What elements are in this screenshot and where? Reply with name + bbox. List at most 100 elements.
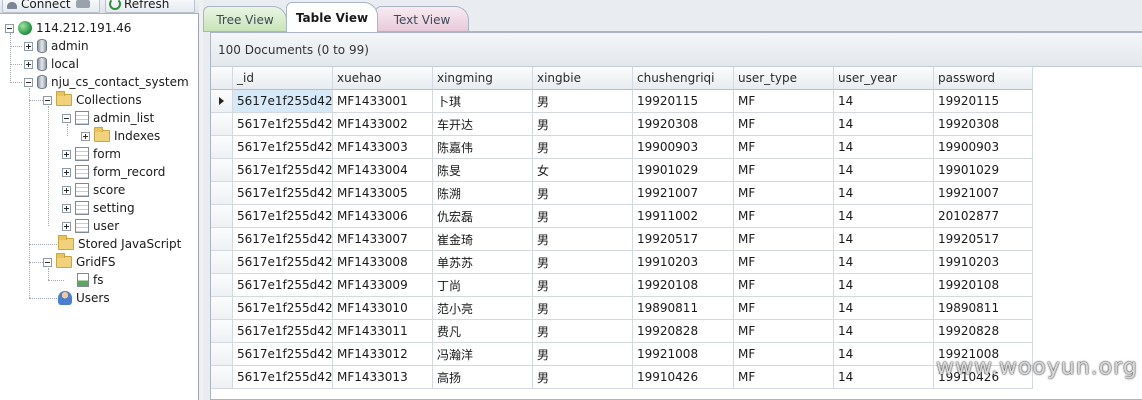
cell-user-year[interactable]: 14	[834, 274, 934, 297]
cell-xingming[interactable]: 陈溯	[433, 182, 533, 205]
cell-user-year[interactable]: 14	[834, 159, 934, 182]
cell-password[interactable]: 19921007	[934, 182, 1033, 205]
expand-icon[interactable]	[62, 167, 71, 177]
cell-xuehao[interactable]: MF1433007	[333, 228, 433, 251]
cell-user-year[interactable]: 14	[834, 251, 934, 274]
tree-node-indexes[interactable]: Indexes	[81, 127, 160, 145]
cell-xingbie[interactable]: 男	[533, 182, 633, 205]
column-header-password[interactable]: password	[934, 67, 1033, 90]
expand-icon[interactable]	[24, 59, 33, 69]
row-selector[interactable]	[211, 320, 233, 343]
connect-button[interactable]: Connect	[2, 0, 100, 13]
cell-xingming[interactable]: 仇宏磊	[433, 205, 533, 228]
tree-node-collections[interactable]: Collections	[43, 91, 142, 109]
cell--id[interactable]: 5617e1f255d42...	[233, 251, 333, 274]
collapse-icon[interactable]	[5, 23, 14, 33]
tree-node-db-admin[interactable]: admin	[24, 37, 89, 55]
collapse-icon[interactable]	[24, 77, 33, 87]
tree-node-server[interactable]: 114.212.191.46	[5, 19, 131, 37]
tab-text-view[interactable]: Text View	[375, 6, 469, 32]
cell-xuehao[interactable]: MF1433013	[333, 366, 433, 389]
cell-xingbie[interactable]: 男	[533, 274, 633, 297]
collapse-icon[interactable]	[43, 257, 52, 267]
column-header-user-type[interactable]: user_type	[734, 67, 834, 90]
cell--id[interactable]: 5617e1f255d42...	[233, 205, 333, 228]
cell--id[interactable]: 5617e1f255d42...	[233, 320, 333, 343]
column-header--id[interactable]: _id	[233, 67, 333, 90]
tree-node-db-nju[interactable]: nju_cs_contact_system	[24, 73, 189, 91]
cell-xingbie[interactable]: 男	[533, 251, 633, 274]
cell-xingming[interactable]: 冯瀚洋	[433, 343, 533, 366]
table-row[interactable]: 5617e1f255d42...MF1433001卜琪男19920115MF14…	[211, 90, 1033, 113]
cell-user-year[interactable]: 14	[834, 90, 934, 113]
cell-user-type[interactable]: MF	[734, 274, 834, 297]
cell-xingming[interactable]: 陈嘉伟	[433, 136, 533, 159]
cell-user-type[interactable]: MF	[734, 90, 834, 113]
row-selector[interactable]	[211, 182, 233, 205]
cell-user-year[interactable]: 14	[834, 136, 934, 159]
tab-table-view[interactable]: Table View	[286, 2, 378, 32]
tree-node-stored-js[interactable]: Stored JavaScript	[54, 235, 181, 253]
cell-chushengriqi[interactable]: 19921008	[633, 343, 734, 366]
cell-user-type[interactable]: MF	[734, 297, 834, 320]
cell-user-type[interactable]: MF	[734, 228, 834, 251]
cell-xuehao[interactable]: MF1433005	[333, 182, 433, 205]
row-selector[interactable]	[211, 159, 233, 182]
cell-xingming[interactable]: 范小亮	[433, 297, 533, 320]
column-header-chushengriqi[interactable]: chushengriqi	[633, 67, 734, 90]
cell-user-type[interactable]: MF	[734, 343, 834, 366]
row-selector[interactable]	[211, 113, 233, 136]
cell--id[interactable]: 5617e1f255d42...	[233, 343, 333, 366]
cell-xingbie[interactable]: 男	[533, 366, 633, 389]
cell-chushengriqi[interactable]: 19910426	[633, 366, 734, 389]
cell-xingbie[interactable]: 男	[533, 297, 633, 320]
cell-password[interactable]: 19910203	[934, 251, 1033, 274]
expand-icon[interactable]	[62, 185, 71, 195]
cell--id[interactable]: 5617e1f255d42...	[233, 274, 333, 297]
row-selector[interactable]	[211, 251, 233, 274]
cell--id[interactable]: 5617e1f255d42...	[233, 136, 333, 159]
cell-password[interactable]: 19900903	[934, 136, 1033, 159]
cell-password[interactable]: 19920115	[934, 90, 1033, 113]
table-row[interactable]: 5617e1f255d42...MF1433010范小亮男19890811MF1…	[211, 297, 1033, 320]
cell-xingbie[interactable]: 男	[533, 136, 633, 159]
cell-xingming[interactable]: 陈旻	[433, 159, 533, 182]
cell-user-type[interactable]: MF	[734, 159, 834, 182]
cell-password[interactable]: 19920517	[934, 228, 1033, 251]
cell-user-year[interactable]: 14	[834, 205, 934, 228]
cell-chushengriqi[interactable]: 19920115	[633, 90, 734, 113]
cell-user-year[interactable]: 14	[834, 366, 934, 389]
cell-password[interactable]: 19890811	[934, 297, 1033, 320]
cell-xingming[interactable]: 卜琪	[433, 90, 533, 113]
cell-xuehao[interactable]: MF1433003	[333, 136, 433, 159]
select-all-corner[interactable]	[211, 67, 233, 90]
table-row[interactable]: 5617e1f255d42...MF1433012冯瀚洋男19921008MF1…	[211, 343, 1033, 366]
table-row[interactable]: 5617e1f255d42...MF1433013高扬男19910426MF14…	[211, 366, 1033, 389]
expand-icon[interactable]	[24, 41, 33, 51]
tree-node-collection-admin-list[interactable]: admin_list	[62, 109, 154, 127]
table-row[interactable]: 5617e1f255d42...MF1433004陈旻女19901029MF14…	[211, 159, 1033, 182]
cell-password[interactable]: 19920828	[934, 320, 1033, 343]
cell-chushengriqi[interactable]: 19890811	[633, 297, 734, 320]
tab-tree-view[interactable]: Tree View	[203, 6, 287, 32]
tree-node-collection-user[interactable]: user	[62, 217, 119, 235]
cell-xuehao[interactable]: MF1433012	[333, 343, 433, 366]
cell--id[interactable]: 5617e1f255d42...	[233, 182, 333, 205]
cell-xuehao[interactable]: MF1433004	[333, 159, 433, 182]
cell--id[interactable]: 5617e1f255d42...	[233, 90, 333, 113]
cell-user-year[interactable]: 14	[834, 320, 934, 343]
cell-chushengriqi[interactable]: 19921007	[633, 182, 734, 205]
cell-xuehao[interactable]: MF1433009	[333, 274, 433, 297]
tree-node-collection-score[interactable]: score	[62, 181, 125, 199]
cell-user-type[interactable]: MF	[734, 113, 834, 136]
cell-xingbie[interactable]: 男	[533, 205, 633, 228]
tree-node-collection-form-record[interactable]: form_record	[62, 163, 165, 181]
row-selector[interactable]	[211, 205, 233, 228]
tree-node-users[interactable]: Users	[54, 289, 110, 307]
cell-password[interactable]: 19920108	[934, 274, 1033, 297]
cell--id[interactable]: 5617e1f255d42...	[233, 159, 333, 182]
cell-password[interactable]: 20102877	[934, 205, 1033, 228]
table-row[interactable]: 5617e1f255d42...MF1433008单苏苏男19910203MF1…	[211, 251, 1033, 274]
cell--id[interactable]: 5617e1f255d42...	[233, 113, 333, 136]
cell-xuehao[interactable]: MF1433010	[333, 297, 433, 320]
